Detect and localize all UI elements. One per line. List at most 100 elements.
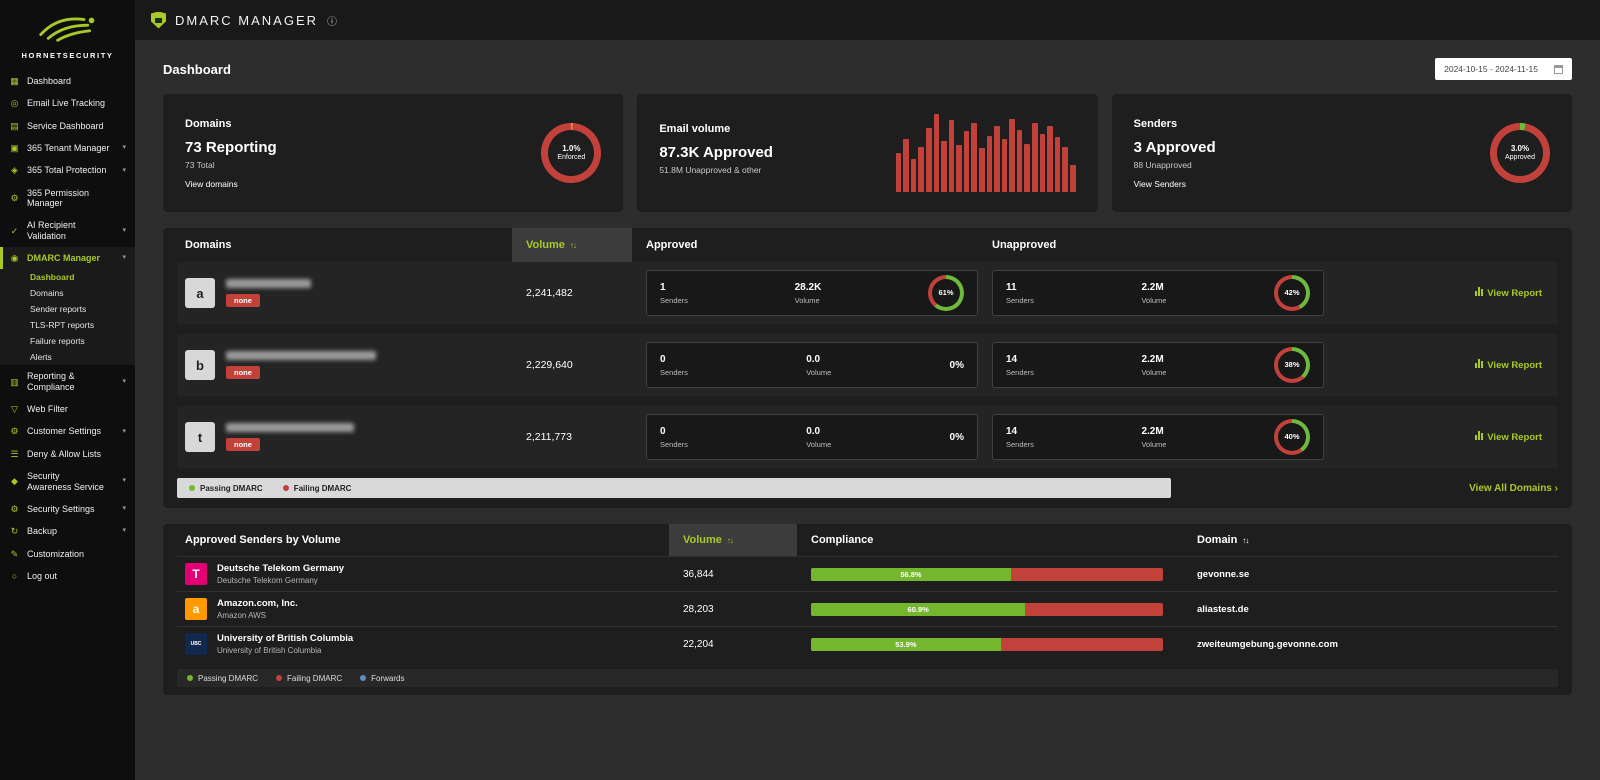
view-report-link[interactable]: View Report (1324, 359, 1558, 371)
sidebar-item-ai-recipient-validation[interactable]: ✓ AI Recipient Validation ▾ (0, 214, 135, 247)
sidebar-group-dmarc-manager: ◉ DMARC Manager ▾ Dashboard Domains Send… (0, 247, 135, 365)
sidebar-subitem-dashboard[interactable]: Dashboard (0, 269, 135, 285)
view-domains-link[interactable]: View domains (185, 179, 277, 189)
sidebar-item-security-awareness-service[interactable]: ◆ Security Awareness Service ▾ (0, 465, 135, 498)
legend-label: Failing DMARC (294, 484, 352, 493)
lists-icon: ☰ (9, 449, 20, 459)
domain-table-row: b none 2,229,640 0Senders 0.0Volume 0% 1… (177, 334, 1558, 396)
donut-percent-label: 1.0% (557, 144, 585, 154)
unapproved-volume: 2.2M (1141, 354, 1166, 365)
sender-table-row: UBC University of British Columbia Unive… (177, 626, 1558, 661)
chevron-down-icon[interactable]: ▾ (122, 527, 126, 535)
sidebar-item-dmarc-manager[interactable]: ◉ DMARC Manager ▾ (0, 247, 135, 269)
column-header-domain-sort[interactable]: Domain ↑↓ (1197, 534, 1558, 546)
domain-name-redacted (226, 279, 311, 288)
backup-icon: ↻ (9, 526, 20, 536)
sidebar-item-dashboard[interactable]: ▦ Dashboard (0, 70, 135, 92)
date-range-picker[interactable]: 2024-10-15 - 2024-11-15 (1435, 58, 1572, 80)
unapproved-pct-donut: 42% (1274, 275, 1310, 311)
sidebar-item-deny-allow-lists[interactable]: ☰ Deny & Allow Lists (0, 443, 135, 465)
unapproved-senders-count: 14 (1006, 426, 1034, 437)
date-range-value: 2024-10-15 - 2024-11-15 (1444, 64, 1538, 74)
volume-label: Volume (1141, 296, 1166, 305)
view-senders-link[interactable]: View Senders (1134, 179, 1216, 189)
ubc-logo: UBC (185, 633, 207, 655)
column-header-volume-sort[interactable]: Volume ↑↓ (512, 228, 632, 262)
app-root: HORNETSECURITY ▦ Dashboard ◎ Email Live … (0, 0, 1600, 780)
sidebar-item-customer-settings[interactable]: ⚙ Customer Settings ▾ (0, 420, 135, 442)
pct-label: 40% (1284, 432, 1299, 441)
sidebar-item-label: Customer Settings (27, 426, 101, 436)
column-header-approved-senders: Approved Senders by Volume (177, 534, 669, 546)
sidebar-subitem-sender-reports[interactable]: Sender reports (0, 301, 135, 317)
sidebar-subitem-alerts[interactable]: Alerts (0, 349, 135, 365)
approved-volume: 0.0 (806, 426, 831, 437)
column-header-volume-sort[interactable]: Volume ↑↓ (669, 524, 797, 556)
sender-name: Amazon.com, Inc. (217, 598, 298, 609)
chevron-down-icon[interactable]: ▾ (122, 144, 126, 152)
sidebar-subitem-failure-reports[interactable]: Failure reports (0, 333, 135, 349)
chevron-down-icon[interactable]: ▾ (122, 378, 126, 386)
sidebar-item-web-filter[interactable]: ▽ Web Filter (0, 398, 135, 420)
sidebar-item-log-out[interactable]: ○ Log out (0, 565, 135, 587)
sidebar-item-email-live-tracking[interactable]: ◎ Email Live Tracking (0, 92, 135, 114)
sidebar-subitem-domains[interactable]: Domains (0, 285, 135, 301)
sidebar-item-365-permission-manager[interactable]: ⚙ 365 Permission Manager (0, 182, 135, 215)
card-title: Domains (185, 118, 277, 130)
approved-senders-count: 0 (660, 426, 688, 437)
sidebar-item-label: 365 Total Protection (27, 165, 106, 175)
chevron-down-icon[interactable]: ▾ (122, 254, 126, 262)
chevron-down-icon[interactable]: ▾ (122, 505, 126, 513)
chevron-down-icon[interactable]: ▾ (122, 167, 126, 175)
sender-subname: Deutsche Telekom Germany (217, 576, 344, 585)
view-report-link[interactable]: View Report (1324, 431, 1558, 443)
report-chart-icon (1475, 359, 1483, 368)
compliance-bar: 53.9% (811, 638, 1163, 651)
calendar-icon (1554, 65, 1563, 74)
sort-icon: ↑↓ (727, 536, 733, 545)
service-dashboard-icon: ▤ (9, 121, 20, 131)
chevron-down-icon[interactable]: ▾ (122, 428, 126, 436)
sidebar-item-service-dashboard[interactable]: ▤ Service Dashboard (0, 115, 135, 137)
info-icon[interactable]: ⓘ (327, 13, 337, 28)
sidebar-item-label: Web Filter (27, 404, 68, 414)
chevron-down-icon[interactable]: ▾ (122, 227, 126, 235)
settings-gear-icon: ⚙ (9, 426, 20, 436)
enforced-donut-chart: 1.0% Enforced (541, 123, 601, 183)
sidebar-item-label: 365 Tenant Manager (27, 143, 109, 153)
reporting-icon: ▥ (9, 377, 20, 387)
senders-label: Senders (1006, 368, 1034, 377)
domains-table-header: Domains Volume ↑↓ Approved Unapproved (163, 228, 1572, 262)
failing-dmarc-dot (276, 675, 282, 681)
sidebar-item-security-settings[interactable]: ⚙ Security Settings ▾ (0, 498, 135, 520)
view-all-domains-link[interactable]: View All Domains › (1469, 483, 1558, 494)
permission-manager-icon: ⚙ (9, 193, 20, 203)
pct-label: 38% (1284, 360, 1299, 369)
sender-name: Deutsche Telekom Germany (217, 563, 344, 574)
sidebar-subitem-tls-rpt-reports[interactable]: TLS-RPT reports (0, 317, 135, 333)
sender-domain: zweiteumgebung.gevonne.com (1197, 639, 1338, 650)
chevron-down-icon[interactable]: ▾ (122, 477, 126, 485)
domain-avatar: t (185, 422, 215, 452)
legend-label: Passing DMARC (198, 674, 258, 683)
approved-volume: 0.0 (806, 354, 831, 365)
unapproved-senders-count: 14 (1006, 354, 1034, 365)
domain-avatar: a (185, 278, 215, 308)
content: Dashboard 2024-10-15 - 2024-11-15 Domain… (135, 40, 1600, 780)
unapproved-pct-donut: 38% (1274, 347, 1310, 383)
sidebar-item-reporting-compliance[interactable]: ▥ Reporting & Compliance ▾ (0, 365, 135, 398)
sidebar-item-label: Deny & Allow Lists (27, 449, 101, 459)
sidebar-item-365-tenant-manager[interactable]: ▣ 365 Tenant Manager ▾ (0, 137, 135, 159)
card-title: Senders (1134, 118, 1216, 130)
sender-volume: 22,204 (669, 639, 797, 650)
sidebar-item-365-total-protection[interactable]: ◈ 365 Total Protection ▾ (0, 159, 135, 181)
sidebar-item-backup[interactable]: ↻ Backup ▾ (0, 520, 135, 542)
senders-table-header: Approved Senders by Volume Volume ↑↓ Com… (163, 524, 1572, 556)
domains-reporting-value: 73 Reporting (185, 139, 277, 156)
approved-stats-box: 0Senders 0.0Volume 0% (646, 342, 978, 388)
unapproved-stats-box: 11Senders 2.2MVolume 42% (992, 270, 1324, 316)
column-header-volume: Volume (526, 239, 565, 251)
sidebar-item-customization[interactable]: ✎ Customization (0, 543, 135, 565)
view-report-link[interactable]: View Report (1324, 287, 1558, 299)
sender-name: University of British Columbia (217, 633, 353, 644)
